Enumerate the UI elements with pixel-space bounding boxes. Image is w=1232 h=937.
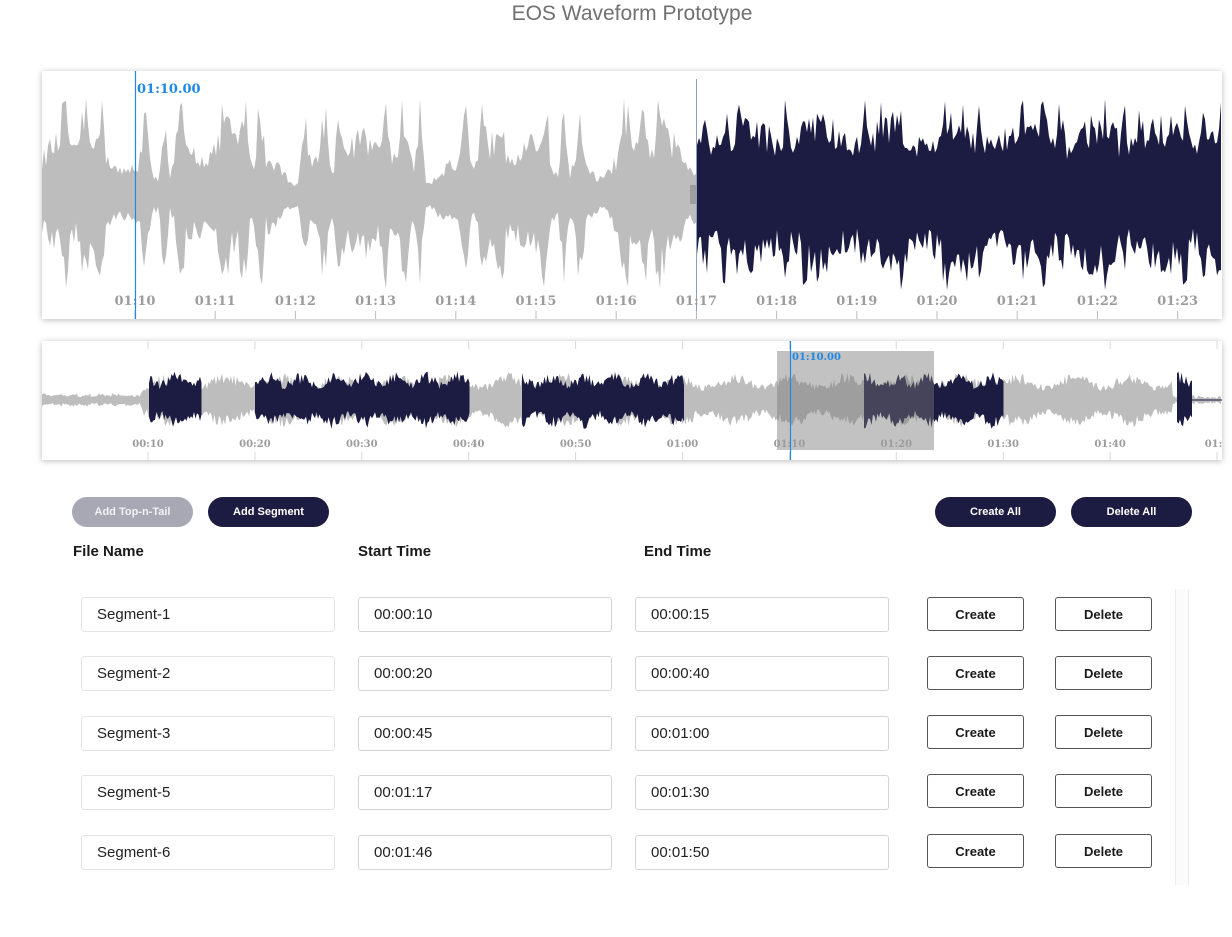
start-time-header: Start Time bbox=[358, 543, 432, 560]
create-button[interactable]: Create bbox=[927, 834, 1024, 868]
delete-button[interactable]: Delete bbox=[1055, 597, 1152, 631]
unselected-waveform bbox=[42, 98, 696, 289]
time-tick-label: 01:00 bbox=[667, 439, 699, 450]
end-time-input[interactable] bbox=[635, 775, 889, 810]
start-time-input[interactable] bbox=[358, 716, 612, 751]
time-tick-label: 01:10 bbox=[774, 439, 806, 450]
time-tick-label: 01:30 bbox=[987, 439, 1019, 450]
time-tick-label: 01:16 bbox=[596, 294, 637, 309]
segment-waveform bbox=[697, 98, 1221, 291]
time-tick-label: 00:50 bbox=[560, 439, 592, 450]
time-tick-label: 01:5 bbox=[1205, 439, 1222, 450]
time-tick-label: 01:40 bbox=[1094, 439, 1126, 450]
table-scrollbar[interactable] bbox=[1175, 589, 1189, 885]
playhead-time-label: 01:10.00 bbox=[792, 352, 841, 363]
time-tick-label: 01:20 bbox=[917, 294, 958, 309]
time-tick-label: 00:20 bbox=[239, 439, 271, 450]
start-time-input[interactable] bbox=[358, 656, 612, 691]
end-time-input[interactable] bbox=[635, 835, 889, 870]
create-button[interactable]: Create bbox=[927, 656, 1024, 690]
time-tick-label: 01:18 bbox=[756, 294, 797, 309]
file-name-input[interactable] bbox=[81, 716, 335, 751]
time-tick-label: 00:40 bbox=[453, 439, 485, 450]
overview-segment-waveform bbox=[1177, 371, 1192, 427]
time-tick-label: 01:14 bbox=[435, 294, 476, 309]
overview-waveform-canvas[interactable]: 00:10 00:20 00:30 00:40 00:50 01:00 01:10 01:20… bbox=[42, 341, 1222, 460]
zoomed-waveform-view[interactable]: 01:1001:1101:1201:1301:1401:1501:1601:17… bbox=[42, 71, 1222, 319]
delete-all-button[interactable]: Delete All bbox=[1071, 497, 1192, 527]
time-tick-label: 01:15 bbox=[516, 294, 557, 309]
visible-range-window[interactable] bbox=[777, 351, 934, 450]
add-segment-button[interactable]: Add Segment bbox=[208, 497, 329, 527]
time-tick-label: 00:30 bbox=[346, 439, 378, 450]
time-tick-label: 00:10 bbox=[132, 439, 164, 450]
start-time-input[interactable] bbox=[358, 775, 612, 810]
time-tick-label: 01:12 bbox=[275, 294, 316, 309]
zoomed-waveform-canvas[interactable]: 01:1001:1101:1201:1301:1401:1501:1601:17… bbox=[42, 71, 1222, 319]
delete-button[interactable]: Delete bbox=[1055, 834, 1152, 868]
time-tick-label: 01:20 bbox=[881, 439, 913, 450]
delete-button[interactable]: Delete bbox=[1055, 715, 1152, 749]
end-time-header: End Time bbox=[644, 543, 712, 560]
page-title: EOS Waveform Prototype bbox=[511, 2, 753, 25]
file-name-input[interactable] bbox=[81, 775, 335, 810]
create-button[interactable]: Create bbox=[927, 597, 1024, 631]
playhead-time-label: 01:10.00 bbox=[137, 82, 201, 97]
end-time-input[interactable] bbox=[635, 716, 889, 751]
time-tick-label: 01:23 bbox=[1157, 294, 1198, 309]
create-button[interactable]: Create bbox=[927, 715, 1024, 749]
overview-waveform-view[interactable]: 00:10 00:20 00:30 00:40 00:50 01:00 01:10 01:20… bbox=[42, 341, 1222, 460]
time-tick-label: 01:11 bbox=[195, 294, 236, 309]
add-top-n-tail-button[interactable]: Add Top-n-Tail bbox=[72, 497, 193, 527]
file-name-input[interactable] bbox=[81, 656, 335, 691]
end-time-input[interactable] bbox=[635, 597, 889, 632]
time-tick-label: 01:22 bbox=[1077, 294, 1118, 309]
time-tick-label: 01:17 bbox=[676, 294, 717, 309]
delete-button[interactable]: Delete bbox=[1055, 774, 1152, 808]
end-time-input[interactable] bbox=[635, 656, 889, 691]
file-name-header: File Name bbox=[73, 543, 144, 560]
overview-segment-waveform bbox=[149, 371, 202, 427]
start-time-input[interactable] bbox=[358, 835, 612, 870]
create-all-button[interactable]: Create All bbox=[935, 497, 1056, 527]
start-time-input[interactable] bbox=[358, 597, 612, 632]
time-tick-label: 01:13 bbox=[355, 294, 396, 309]
time-tick-label: 01:19 bbox=[836, 294, 877, 309]
file-name-input[interactable] bbox=[81, 835, 335, 870]
create-button[interactable]: Create bbox=[927, 774, 1024, 808]
time-tick-label: 01:21 bbox=[997, 294, 1038, 309]
file-name-input[interactable] bbox=[81, 597, 335, 632]
overview-segment-waveform bbox=[522, 371, 684, 429]
delete-button[interactable]: Delete bbox=[1055, 656, 1152, 690]
